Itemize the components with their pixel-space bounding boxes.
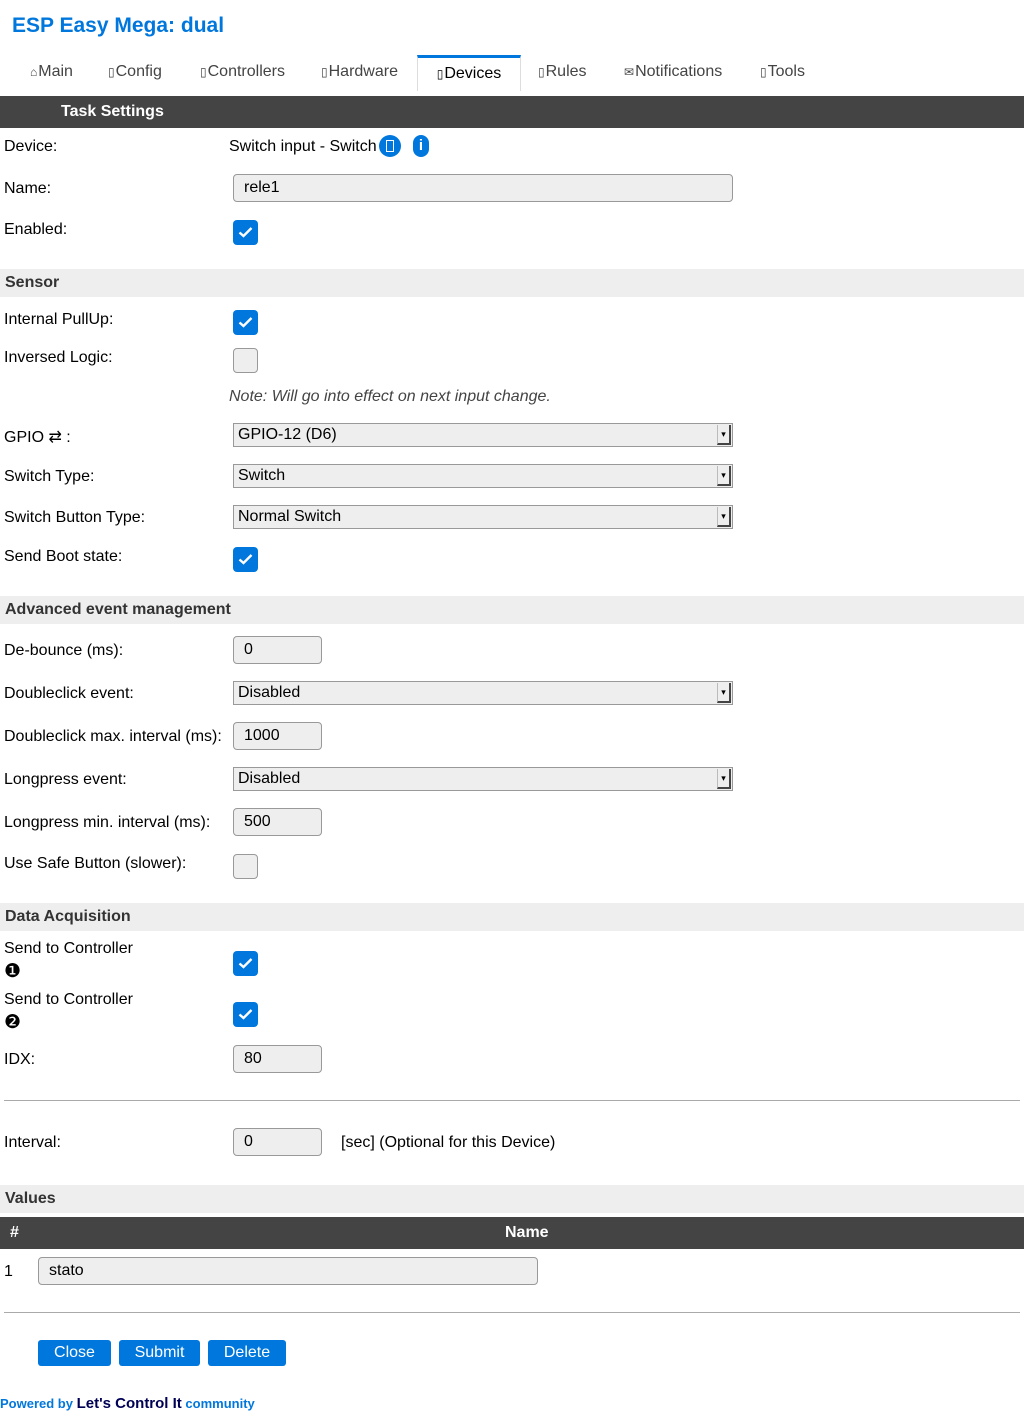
tab-rules[interactable]: ▯Rules [520, 55, 605, 89]
longpress-interval-input[interactable]: 500 [233, 808, 322, 836]
dropdown-arrow-icon: ▾ [717, 466, 731, 486]
close-button[interactable]: Close [38, 1340, 111, 1366]
divider [4, 1312, 1020, 1313]
button-type-label: Switch Button Type: [4, 509, 146, 526]
boot-state-label: Send Boot state: [4, 548, 123, 565]
switch-type-label: Switch Type: [4, 468, 95, 485]
button-type-select[interactable]: Normal Switch ▾ [233, 505, 733, 529]
controller1-number: ❶ [4, 961, 22, 982]
safe-button-label: Use Safe Button (slower): [4, 855, 187, 872]
dblclick-select[interactable]: Disabled ▾ [233, 681, 733, 705]
controller1-checkbox[interactable] [233, 951, 258, 976]
hardware-icon: ▯ [321, 65, 328, 79]
controllers-icon: ▯ [200, 65, 207, 79]
gpio-select[interactable]: GPIO-12 (D6) ▾ [233, 423, 733, 447]
footer-link[interactable]: Let's Control It [77, 1395, 182, 1412]
safe-button-checkbox[interactable] [233, 854, 258, 879]
controller2-number: ❷ [4, 1012, 22, 1033]
inversed-label: Inversed Logic: [4, 349, 113, 366]
tab-main[interactable]: ⌂Main [12, 55, 91, 89]
dropdown-arrow-icon: ▾ [717, 683, 731, 703]
devices-icon: ▯ [436, 67, 444, 81]
dropdown-arrow-icon: ▾ [717, 769, 731, 789]
debounce-input[interactable]: 0 [233, 636, 322, 664]
config-icon: ▯ [108, 65, 115, 79]
interval-label: Interval: [4, 1134, 61, 1151]
debounce-label: De-bounce (ms): [4, 642, 124, 659]
task-settings-header: Task Settings [0, 96, 1024, 128]
device-label: Device: [4, 138, 58, 155]
tab-hardware[interactable]: ▯Hardware [303, 55, 416, 89]
pullup-label: Internal PullUp: [4, 311, 114, 328]
pullup-checkbox[interactable] [233, 310, 258, 335]
home-icon: ⌂ [30, 65, 38, 79]
envelope-icon: ✉ [624, 65, 635, 79]
submit-button[interactable]: Submit [119, 1340, 200, 1366]
tools-icon: ▯ [760, 65, 767, 79]
column-number: # [10, 1224, 19, 1241]
dropdown-arrow-icon: ▾ [717, 507, 731, 527]
inversed-checkbox[interactable] [233, 348, 258, 373]
idx-input[interactable]: 80 [233, 1045, 322, 1073]
values-table-header: # Name [0, 1217, 1024, 1249]
delete-button[interactable]: Delete [208, 1340, 286, 1366]
divider [4, 1100, 1020, 1101]
footer: Powered by Let's Control It community [0, 1395, 255, 1412]
data-acquisition-header: Data Acquisition [0, 903, 1024, 931]
column-name: Name [505, 1224, 549, 1241]
interval-note: [sec] (Optional for this Device) [341, 1134, 556, 1151]
device-value: Switch input - Switch [229, 138, 377, 155]
controller1-label: Send to Controller [4, 940, 133, 957]
rules-icon: ▯ [538, 65, 545, 79]
help-icon[interactable] [379, 135, 401, 157]
boot-state-checkbox[interactable] [233, 547, 258, 572]
longpress-interval-label: Longpress min. interval (ms): [4, 814, 211, 831]
tab-controllers[interactable]: ▯Controllers [182, 55, 303, 89]
enabled-checkbox[interactable] [233, 220, 258, 245]
idx-label: IDX: [4, 1051, 36, 1068]
tab-notifications[interactable]: ✉Notifications [606, 55, 740, 89]
page-title: ESP Easy Mega: dual [12, 14, 225, 37]
info-icon[interactable]: i [413, 135, 429, 157]
value-row-number: 1 [4, 1263, 13, 1280]
values-header: Values [0, 1185, 1024, 1213]
longpress-select[interactable]: Disabled ▾ [233, 767, 733, 791]
name-label: Name: [4, 180, 52, 197]
dblclick-interval-input[interactable]: 1000 [233, 722, 322, 750]
dblclick-interval-label: Doubleclick max. interval (ms): [4, 728, 222, 745]
dblclick-label: Doubleclick event: [4, 685, 134, 702]
gpio-label: GPIO ⇄ : [4, 429, 71, 446]
name-input[interactable]: rele1 [233, 174, 733, 202]
note-text: Note: Will go into effect on next input … [229, 388, 551, 405]
sensor-header: Sensor [0, 269, 1024, 297]
controller2-label: Send to Controller [4, 991, 133, 1008]
controller2-checkbox[interactable] [233, 1002, 258, 1027]
enabled-label: Enabled: [4, 221, 68, 238]
interval-input[interactable]: 0 [233, 1128, 322, 1156]
advanced-header: Advanced event management [0, 596, 1024, 624]
dropdown-arrow-icon: ▾ [717, 425, 731, 445]
tab-tools[interactable]: ▯Tools [742, 55, 823, 89]
switch-type-select[interactable]: Switch ▾ [233, 464, 733, 488]
value-name-input[interactable]: stato [38, 1257, 538, 1285]
tab-devices[interactable]: ▯Devices [417, 55, 521, 91]
longpress-label: Longpress event: [4, 771, 127, 788]
tab-config[interactable]: ▯Config [90, 55, 180, 89]
